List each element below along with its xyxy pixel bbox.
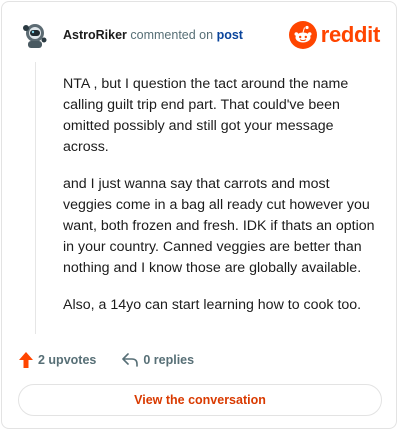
author-name[interactable]: AstroRiker	[63, 28, 127, 42]
reddit-snoo-icon	[288, 21, 317, 49]
commented-on-text: commented on	[130, 28, 214, 42]
thread-line	[35, 62, 36, 334]
reply-arrow-icon	[122, 353, 139, 367]
reply-count: 0 replies	[143, 353, 195, 367]
comment-paragraph: Also, a 14yo can start learning how to c…	[63, 297, 362, 313]
upvote-button[interactable]: 2 upvotes	[19, 352, 96, 368]
comment-paragraph: and I just wanna say that carrots and mo…	[63, 176, 375, 276]
comment-body: NTA , but I question the tact around the…	[63, 74, 381, 332]
reddit-wordmark: reddit	[320, 22, 381, 47]
comment-embed-card: AstroRiker commented on post reddit NTA …	[1, 1, 397, 429]
replies-button[interactable]: 0 replies	[122, 353, 194, 367]
user-avatar[interactable]	[19, 19, 51, 51]
upvote-arrow-icon	[19, 352, 33, 368]
astronaut-avatar-icon	[19, 19, 51, 51]
comment-paragraph: NTA , but I question the tact around the…	[63, 76, 349, 155]
post-link[interactable]: post	[217, 28, 243, 42]
comment-header: AstroRiker commented on post reddit	[19, 19, 380, 51]
author-line: AstroRiker commented on post	[63, 27, 243, 43]
comment-actions: 2 upvotes 0 replies	[19, 350, 220, 370]
reddit-logo[interactable]: reddit	[288, 20, 381, 50]
upvote-count: 2 upvotes	[38, 353, 97, 367]
view-conversation-button[interactable]: View the conversation	[18, 384, 382, 416]
